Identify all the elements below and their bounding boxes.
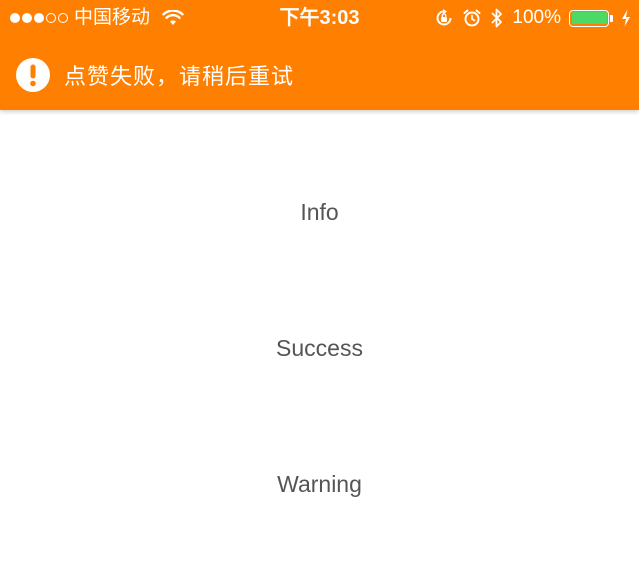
battery-fill <box>571 12 607 24</box>
orientation-lock-icon <box>434 8 454 28</box>
alarm-icon <box>462 8 482 28</box>
notice-header: 中国移动 下午3:03 100% 点赞失败，请稍后重试 <box>0 0 639 110</box>
bluetooth-icon <box>490 7 504 29</box>
info-button[interactable]: Info <box>0 182 639 242</box>
charging-icon <box>621 9 631 27</box>
notice-message: 点赞失败，请稍后重试 <box>64 64 295 89</box>
notice-row: 点赞失败，请稍后重试 <box>16 56 294 94</box>
screen: 中国移动 下午3:03 100% 点赞失败，请稍后重试 Info Success… <box>0 0 639 568</box>
status-bar-right: 100% <box>434 0 631 36</box>
battery-icon <box>569 9 613 27</box>
exclamation-icon <box>16 58 50 92</box>
warning-button[interactable]: Warning <box>0 454 639 514</box>
battery-tip <box>610 14 613 22</box>
battery-body <box>569 9 609 27</box>
success-button[interactable]: Success <box>0 318 639 378</box>
battery-percent: 100% <box>512 7 561 28</box>
status-bar: 中国移动 下午3:03 100% <box>0 0 639 36</box>
